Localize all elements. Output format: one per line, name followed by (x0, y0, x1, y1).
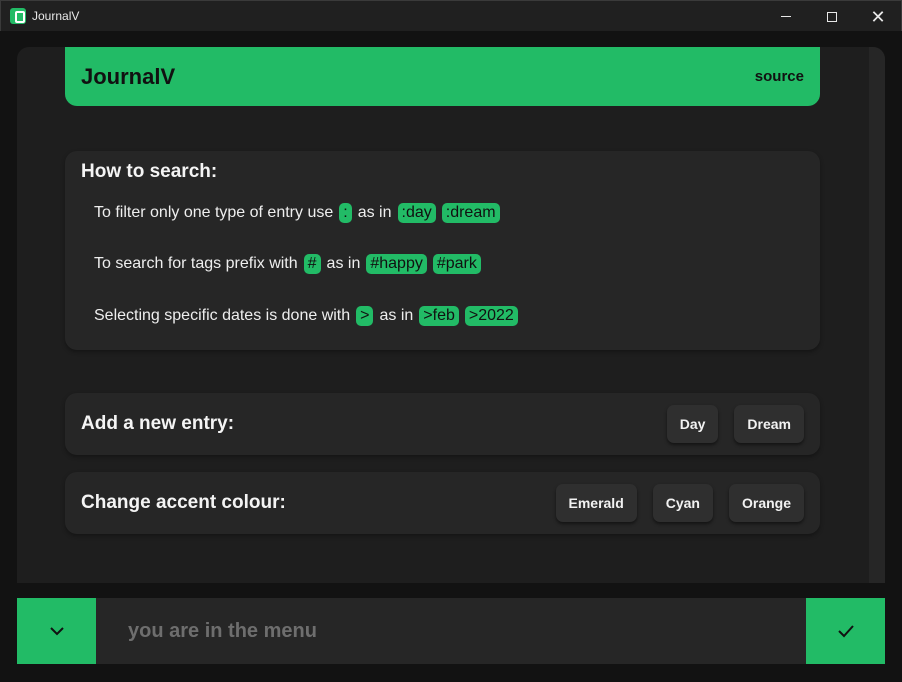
window-titlebar: JournalV ✕ (0, 0, 902, 31)
checkmark-icon (837, 625, 854, 638)
journal-app-icon (10, 8, 26, 24)
accent-cyan-button[interactable]: Cyan (652, 484, 713, 522)
example-chip: #park (432, 254, 481, 274)
new-entry-buttons: Day Dream (666, 405, 804, 443)
help-text: Selecting specific dates is done with (94, 307, 351, 324)
new-entry-label: Add a new entry: (81, 413, 235, 434)
collapse-button[interactable] (17, 598, 96, 664)
accent-colour-label: Change accent colour: (81, 492, 286, 513)
status-input[interactable]: you are in the menu (96, 598, 806, 664)
accent-orange-button[interactable]: Orange (728, 484, 804, 522)
search-help-card: How to search: To filter only one type o… (65, 151, 820, 350)
close-button[interactable]: ✕ (855, 1, 901, 32)
chevron-down-icon (49, 627, 64, 636)
operator-chip: > (356, 306, 374, 326)
maximize-icon (827, 11, 837, 22)
header-title: JournalV (81, 63, 176, 89)
bottom-bar: you are in the menu (17, 598, 885, 664)
close-icon: ✕ (870, 6, 886, 27)
minimize-icon (781, 16, 791, 17)
example-chip: #happy (366, 254, 427, 274)
example-chip: >2022 (464, 306, 518, 326)
accent-colour-card: Change accent colour: Emerald Cyan Orang… (65, 472, 820, 534)
accent-colour-buttons: Emerald Cyan Orange (555, 484, 804, 522)
example-chip: :day (397, 203, 436, 223)
example-chip: :dream (441, 203, 500, 223)
window-client-area: JournalV source How to search: To filter… (1, 31, 901, 681)
accent-emerald-button[interactable]: Emerald (555, 484, 637, 522)
help-row-type-filter: To filter only one type of entry use : a… (94, 203, 500, 223)
as-in-text: as in (357, 204, 392, 221)
as-in-text: as in (326, 255, 361, 272)
new-entry-card: Add a new entry: Day Dream (65, 393, 820, 455)
help-row-tags: To search for tags prefix with # as in #… (94, 254, 481, 274)
operator-chip: : (339, 203, 352, 223)
window-title: JournalV (32, 9, 80, 23)
menu-scroll-area[interactable]: JournalV source How to search: To filter… (17, 47, 885, 583)
window-controls: ✕ (763, 1, 901, 32)
as-in-text: as in (379, 307, 414, 324)
help-text: To filter only one type of entry use (94, 204, 334, 221)
new-dream-entry-button[interactable]: Dream (734, 405, 804, 443)
maximize-button[interactable] (809, 1, 855, 32)
help-text: To search for tags prefix with (94, 255, 298, 272)
new-day-entry-button[interactable]: Day (666, 405, 719, 443)
source-link[interactable]: source (755, 68, 804, 85)
minimize-button[interactable] (763, 1, 809, 32)
confirm-button[interactable] (806, 598, 885, 664)
example-chip: >feb (419, 306, 459, 326)
search-help-title: How to search: (81, 161, 218, 182)
operator-chip: # (303, 254, 321, 274)
app-header: JournalV source (65, 47, 820, 106)
scrollbar[interactable] (869, 47, 885, 583)
help-row-dates: Selecting specific dates is done with > … (94, 306, 518, 326)
